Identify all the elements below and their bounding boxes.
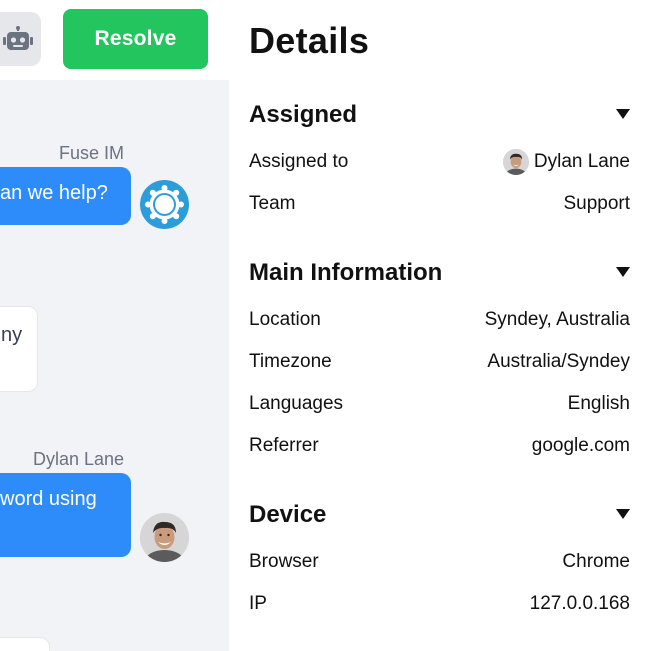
message-bubble [0,637,50,651]
message-bubble: an we help? [0,167,131,225]
row-value: Syndey, Australia [484,309,630,330]
details-title: Details [249,20,370,61]
bot-button[interactable] [0,12,41,66]
user-avatar [140,513,189,562]
details-panel: Details Assigned Assigned to Dylan Lane … [229,0,650,651]
message-text: word using [0,488,97,510]
message-bubble: word using [0,473,131,557]
message-bubble: ny [0,306,38,392]
row-label: Referrer [249,435,319,456]
section-title-assigned[interactable]: Assigned [249,101,357,129]
row-value: Australia/Syndey [487,351,630,372]
message-sender: Fuse IM [59,143,125,163]
chevron-down-icon[interactable] [616,509,630,519]
robot-icon [3,26,33,50]
row-label: Assigned to [249,151,349,172]
message-text: an we help? [0,182,108,204]
section-title-main-information[interactable]: Main Information [249,259,442,287]
row-label: Timezone [249,351,332,372]
row-value-assignee[interactable]: Dylan Lane [502,149,630,175]
assignee-name: Dylan Lane [533,151,630,172]
row-value: Support [563,193,630,214]
chevron-down-icon[interactable] [616,267,630,277]
fuse-avatar [140,180,189,229]
row-value: Chrome [562,551,630,572]
row-label: Team [249,193,296,214]
chevron-down-icon[interactable] [616,109,630,119]
user-photo [140,513,189,562]
row-value: English [567,393,630,414]
gear-logo-icon [140,180,189,229]
row-value: 127.0.0.168 [529,593,630,614]
chat-messages: Fuse IM an we help? ny Dylan Lane word u… [0,80,229,651]
message-text: ny [1,324,23,346]
assignee-avatar [502,149,529,175]
chat-pane: Resolve Fuse IM an we help? ny Dylan Lan… [0,0,229,651]
row-label: Browser [249,551,319,572]
row-label: IP [249,593,267,614]
row-value: google.com [531,435,630,456]
message-sender: Dylan Lane [33,449,125,469]
row-label: Languages [249,393,344,414]
section-title-device[interactable]: Device [249,501,326,529]
chat-header: Resolve [0,0,229,80]
resolve-button[interactable]: Resolve [63,9,208,69]
row-label: Location [249,309,321,330]
